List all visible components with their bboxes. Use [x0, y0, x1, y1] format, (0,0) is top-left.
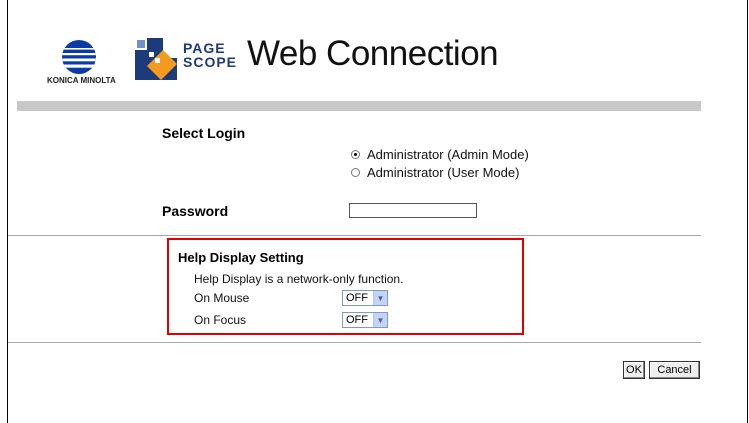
pagescope-logo-icon: [135, 38, 177, 80]
header-divider-bar: [17, 101, 701, 111]
select-login-label: Select Login: [162, 125, 246, 141]
pagescope-wordmark: PAGE SCOPE: [183, 41, 237, 69]
on-mouse-label: On Mouse: [194, 291, 250, 305]
on-mouse-select[interactable]: OFF ▼: [342, 290, 388, 306]
radio-admin-mode-input[interactable]: [351, 150, 360, 159]
on-focus-label: On Focus: [194, 313, 247, 327]
help-display-note: Help Display is a network-only function.: [194, 272, 404, 286]
radio-admin-mode[interactable]: Administrator (Admin Mode): [351, 147, 529, 162]
app-title: Web Connection: [247, 34, 499, 73]
on-mouse-value: OFF: [346, 292, 368, 304]
radio-user-mode[interactable]: Administrator (User Mode): [351, 165, 519, 180]
section-divider-bottom: [8, 342, 701, 343]
konica-minolta-logo: KONICA MINOLTA: [47, 39, 116, 89]
chevron-down-icon[interactable]: ▼: [373, 313, 387, 327]
brand-text: KONICA MINOLTA: [47, 76, 116, 85]
radio-user-mode-label: Administrator (User Mode): [367, 165, 520, 180]
on-focus-select[interactable]: OFF ▼: [342, 312, 388, 328]
password-label: Password: [162, 203, 229, 219]
radio-user-mode-input[interactable]: [351, 168, 360, 177]
globe-logo-icon: [62, 40, 96, 74]
help-display-title: Help Display Setting: [178, 250, 304, 265]
chevron-down-icon[interactable]: ▼: [373, 291, 387, 305]
pagescope-line1: PAGE: [183, 40, 226, 56]
cancel-button[interactable]: Cancel: [649, 361, 700, 379]
section-divider-top: [8, 235, 701, 236]
on-focus-value: OFF: [346, 314, 368, 326]
pagescope-line2: SCOPE: [183, 54, 238, 70]
password-field[interactable]: [349, 203, 477, 218]
radio-admin-mode-label: Administrator (Admin Mode): [367, 147, 529, 162]
ok-button[interactable]: OK: [623, 361, 645, 379]
